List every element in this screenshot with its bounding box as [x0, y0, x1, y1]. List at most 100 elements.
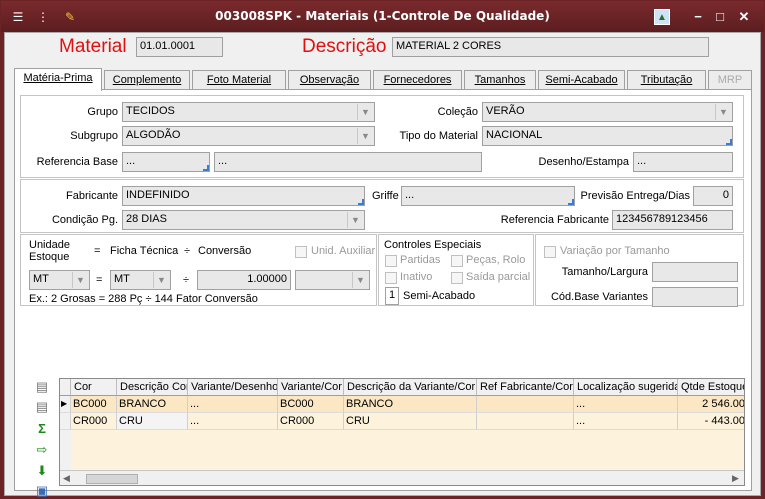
desenho-field[interactable]: ... — [633, 152, 733, 172]
inativo-checkbox[interactable] — [385, 272, 397, 284]
cell-cor[interactable]: CR000 — [71, 413, 117, 430]
variacao-checkbox[interactable] — [544, 246, 556, 258]
cell-localizacao[interactable]: ... — [574, 396, 678, 413]
client-area: Material 01.01.0001 Descrição MATERIAL 2… — [4, 32, 761, 498]
cod-base-field[interactable] — [652, 287, 738, 307]
cell-descricao-variante[interactable]: CRU — [344, 413, 477, 430]
saida-parcial-label: Saída parcial — [466, 271, 531, 283]
horizontal-scrollbar[interactable]: ◀ ▶ — [60, 470, 744, 485]
grupo-label: Grupo — [87, 106, 118, 118]
unid-auxiliar-select[interactable]: ▼ — [295, 270, 370, 290]
pecas-checkbox[interactable] — [451, 255, 463, 267]
cell-ref-fabricante[interactable] — [477, 413, 574, 430]
partidas-label: Partidas — [400, 254, 441, 266]
colecao-value: VERÃO — [486, 105, 525, 117]
sum-icon[interactable]: Σ — [34, 421, 50, 437]
ficha-unit-select[interactable]: MT ▼ — [110, 270, 171, 290]
colecao-label: Coleção — [437, 106, 478, 118]
scroll-left-icon[interactable]: ◀ — [63, 473, 70, 484]
col-header-ref-fabricante[interactable]: Ref Fabricante/Cor — [477, 379, 574, 396]
cell-descricao-variante[interactable]: BRANCO — [344, 396, 477, 413]
col-header-qtde-estoque[interactable]: Qtde Estoque — [678, 379, 744, 396]
colecao-select[interactable]: VERÃO ▼ — [482, 102, 733, 122]
descricao-field[interactable]: MATERIAL 2 CORES — [392, 37, 709, 57]
classification-group: Grupo TECIDOS ▼ Subgrupo ALGODÃO ▼ Referen… — [20, 95, 744, 178]
cell-localizacao[interactable]: ... — [574, 413, 678, 430]
unid-auxiliar-label: Unid. Auxiliar — [311, 245, 376, 257]
tipo-material-field[interactable]: NACIONAL — [482, 126, 733, 146]
chevron-down-icon: ▼ — [72, 272, 88, 288]
saida-parcial-checkbox[interactable] — [451, 272, 463, 284]
chevron-down-icon: ▼ — [357, 104, 373, 120]
maximize-button[interactable]: □ — [711, 8, 729, 26]
griffe-field[interactable]: ... — [401, 186, 575, 206]
cell-descricao-cor[interactable]: CRU — [117, 413, 188, 430]
referencia-base-code-field[interactable]: ... — [122, 152, 210, 172]
materia-prima-panel: Grupo TECIDOS ▼ Subgrupo ALGODÃO ▼ Referen… — [14, 89, 752, 498]
picture-icon[interactable]: ▣ — [34, 483, 50, 499]
cell-qtde-estoque[interactable]: 2 546.00 — [678, 396, 744, 413]
subgrupo-select[interactable]: ALGODÃO ▼ — [122, 126, 375, 146]
previsao-field[interactable]: 0 — [693, 186, 733, 206]
cell-cor[interactable]: BC000 — [71, 396, 117, 413]
minimize-button[interactable]: − — [689, 8, 707, 26]
fabricante-label: Fabricante — [66, 190, 118, 202]
cod-base-label: Cód.Base Variantes — [550, 291, 648, 303]
col-header-variante-cor[interactable]: Variante/Cor — [278, 379, 344, 396]
col-header-localizacao[interactable]: Localização sugerida — [574, 379, 678, 396]
tamanho-largura-field[interactable] — [652, 262, 738, 282]
unid-auxiliar-checkbox[interactable] — [295, 246, 307, 258]
cell-ref-fabricante[interactable] — [477, 396, 574, 413]
cell-descricao-cor[interactable]: BRANCO — [117, 396, 188, 413]
cell-variante-desenho[interactable]: ... — [188, 413, 278, 430]
export-icon[interactable]: ⇨ — [34, 442, 50, 458]
material-code-field[interactable]: 01.01.0001 — [136, 37, 223, 57]
partidas-checkbox[interactable] — [385, 255, 397, 267]
referencia-base-desc-field[interactable]: ... — [214, 152, 482, 172]
tipo-material-value: NACIONAL — [486, 129, 543, 141]
referencia-fabricante-field[interactable]: 123456789123456 — [612, 210, 733, 230]
semi-acabado-label: Semi-Acabado — [403, 290, 476, 302]
col-header-descricao-variante[interactable]: Descrição da Variante/Cor — [344, 379, 477, 396]
variacao-group: Variação por Tamanho Tamanho/Largura Cód… — [535, 234, 744, 307]
cell-variante-cor[interactable]: BC000 — [278, 396, 344, 413]
col-header-variante-desenho[interactable]: Variante/Desenho — [188, 379, 278, 396]
col-header-descricao-cor[interactable]: Descrição Cor — [117, 379, 188, 396]
close-button[interactable]: ✕ — [735, 8, 753, 26]
condicao-select[interactable]: 28 DIAS ▼ — [122, 210, 365, 230]
semi-acabado-count[interactable]: 1 — [385, 287, 399, 305]
tab-complemento[interactable]: Complemento — [104, 70, 190, 90]
chevron-down-icon: ▼ — [153, 272, 169, 288]
tab-foto-material[interactable]: Foto Material — [192, 70, 286, 90]
cell-qtde-estoque[interactable]: - 443.00 — [678, 413, 744, 430]
tab-semi-acabado[interactable]: Semi-Acabado — [538, 70, 625, 90]
tab-tributacao[interactable]: Tributação — [627, 70, 706, 90]
remove-row-icon[interactable]: ▤ — [34, 399, 50, 415]
fabricante-field[interactable]: INDEFINIDO — [122, 186, 365, 206]
griffe-value: ... — [405, 189, 415, 201]
tab-materia-prima[interactable]: Matéria-Prima — [14, 68, 102, 91]
tab-fornecedores[interactable]: Fornecedores — [373, 70, 462, 90]
tab-observacao[interactable]: Observação — [288, 70, 371, 90]
row-pointer-icon: ▶ — [60, 396, 71, 413]
tab-tamanhos[interactable]: Tamanhos — [464, 70, 536, 90]
image-icon[interactable]: ▲ — [654, 9, 670, 25]
subgrupo-label: Subgrupo — [70, 130, 118, 142]
row-indicator-header — [60, 379, 71, 396]
cell-variante-desenho[interactable]: ... — [188, 396, 278, 413]
scroll-right-icon[interactable]: ▶ — [732, 473, 739, 484]
add-row-icon[interactable]: ▤ — [34, 379, 50, 395]
conversao-field[interactable]: 1.00000 — [197, 270, 291, 290]
grupo-select[interactable]: TECIDOS ▼ — [122, 102, 375, 122]
previsao-label: Previsão Entrega/Dias — [580, 190, 690, 202]
unidade-label: Unidade — [29, 239, 70, 251]
col-header-cor[interactable]: Cor — [71, 379, 117, 396]
estoque-unit-select[interactable]: MT ▼ — [29, 270, 90, 290]
equals-sign-2: = — [96, 274, 103, 286]
desenho-label: Desenho/Estampa — [538, 156, 630, 168]
import-down-icon[interactable]: ⬇ — [34, 463, 50, 479]
cell-variante-cor[interactable]: CR000 — [278, 413, 344, 430]
scrollbar-thumb[interactable] — [86, 474, 138, 484]
window-title: 003008SPK - Materiais (1-Controle De Qua… — [215, 9, 550, 23]
tamanho-largura-label: Tamanho/Largura — [561, 266, 648, 278]
